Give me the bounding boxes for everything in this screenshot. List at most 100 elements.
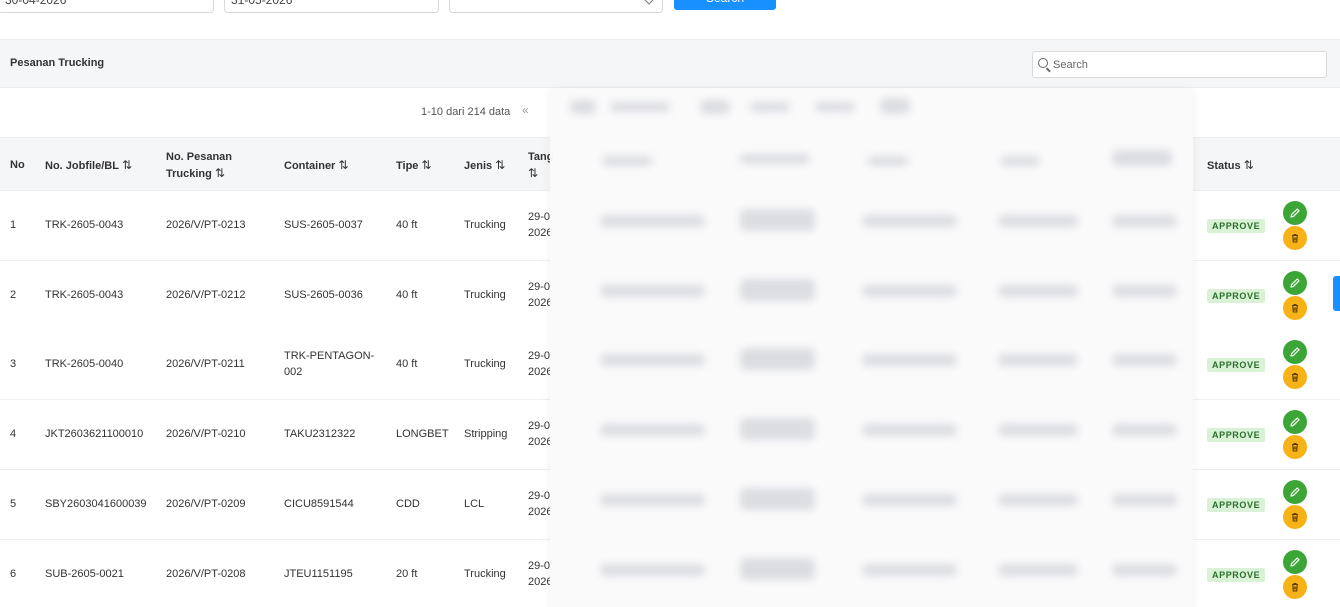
blurred-content [600, 354, 705, 366]
delete-button[interactable] [1283, 575, 1307, 599]
blurred-content [740, 279, 815, 301]
cell-container: SUS-2605-0037 [284, 217, 363, 233]
cell-no: 1 [10, 219, 17, 231]
delete-button[interactable] [1283, 435, 1307, 459]
pagination-info: 1-10 dari 214 data [421, 106, 511, 118]
cell-tanggal-line2: 2026 [528, 506, 553, 518]
header-container[interactable]: Container ⇅ [284, 157, 348, 174]
cell-jobfile: SUB-2605-0021 [45, 568, 124, 580]
cell-tanggal: 29-0 2026 [528, 488, 552, 520]
header-jenis[interactable]: Jenis ⇅ [464, 157, 505, 174]
chevron-down-icon [643, 0, 655, 5]
edit-button[interactable] [1283, 480, 1307, 504]
cell-tanggal-line2: 2026 [528, 436, 553, 448]
sort-icon[interactable]: ⇅ [421, 158, 431, 172]
first-page-button[interactable]: « [522, 103, 529, 117]
pencil-icon [1290, 347, 1300, 357]
edit-button[interactable] [1283, 201, 1307, 225]
blurred-content [600, 285, 705, 297]
blurred-content [740, 488, 815, 510]
cell-tanggal-line2: 2026 [528, 576, 553, 588]
sort-icon[interactable]: ⇅ [1244, 158, 1254, 172]
cell-tipe: CDD [396, 498, 420, 510]
blurred-content [868, 156, 908, 166]
blurred-content [998, 494, 1078, 506]
blurred-content [700, 100, 730, 114]
blurred-content [862, 424, 957, 436]
cell-jobfile: JKT2603621100010 [45, 428, 144, 440]
header-status[interactable]: Status ⇅ [1207, 157, 1254, 174]
cell-container-line1: TRK-PENTAGON- [284, 350, 375, 362]
blurred-content [740, 154, 810, 164]
status-badge: APPROVE [1207, 498, 1266, 512]
trash-icon [1292, 304, 1298, 313]
cell-pesanan: 2026/V/PT-0209 [166, 498, 246, 510]
cell-tipe: LONGBET [396, 428, 449, 440]
sort-icon[interactable]: ⇅ [528, 166, 538, 180]
cell-no: 4 [10, 428, 17, 440]
blurred-content [880, 98, 910, 114]
pencil-icon [1290, 557, 1300, 567]
cell-container: TRK-PENTAGON- 002 [284, 348, 374, 380]
header-jenis-label: Jenis [464, 160, 493, 172]
blurred-content [570, 100, 596, 114]
cell-tanggal: 29-0 2026 [528, 209, 552, 241]
cell-container: SUS-2605-0036 [284, 287, 363, 303]
cell-tipe: 40 ft [396, 358, 418, 370]
header-tipe[interactable]: Tipe ⇅ [396, 157, 432, 174]
cell-tipe: 40 ft [396, 289, 418, 301]
cell-jenis: Trucking [464, 289, 506, 301]
delete-button[interactable] [1283, 505, 1307, 529]
header-pesanan-line2: Trucking [166, 168, 212, 180]
cell-tanggal-line1: 29-0 [528, 350, 551, 362]
blurred-content [1112, 215, 1177, 227]
cell-container-line2: 002 [284, 366, 303, 378]
pencil-icon [1290, 487, 1300, 497]
search-icon [1038, 58, 1048, 68]
blurred-content [740, 418, 815, 440]
sort-icon[interactable]: ⇅ [215, 166, 225, 180]
header-no: No [10, 159, 25, 171]
status-badge: APPROVE [1207, 219, 1266, 233]
date-from-field[interactable]: 30-04-2026 [0, 0, 214, 13]
header-jobfile-label: No. Jobfile/BL [45, 160, 119, 172]
blurred-content [1112, 285, 1177, 297]
sort-icon[interactable]: ⇅ [122, 158, 132, 172]
sort-icon[interactable]: ⇅ [495, 158, 505, 172]
date-to-field[interactable]: 31-05-2026 [224, 0, 439, 13]
edit-button[interactable] [1283, 271, 1307, 295]
cell-jenis: LCL [464, 498, 485, 510]
edit-button[interactable] [1283, 410, 1307, 434]
blurred-content [1112, 424, 1177, 436]
cell-tipe: 40 ft [396, 219, 418, 231]
cell-container-line1: SUS-2605-0036 [284, 289, 363, 301]
cell-tanggal: 29-0 2026 [528, 348, 552, 380]
header-status-label: Status [1207, 160, 1241, 172]
sort-icon[interactable]: ⇅ [338, 158, 348, 172]
delete-button[interactable] [1283, 296, 1307, 320]
cell-tanggal: 29-0 2026 [528, 418, 552, 450]
search-button[interactable]: Search [674, 0, 776, 10]
delete-button[interactable] [1283, 365, 1307, 389]
filter-select[interactable] [449, 0, 663, 13]
cell-container-line1: CICU8591544 [284, 498, 354, 510]
cell-pesanan: 2026/V/PT-0208 [166, 568, 246, 580]
cell-no: 6 [10, 568, 17, 580]
cell-pesanan: 2026/V/PT-0210 [166, 428, 246, 440]
trash-icon [1292, 373, 1298, 382]
header-jobfile[interactable]: No. Jobfile/BL ⇅ [45, 157, 132, 174]
header-pesanan[interactable]: No. Pesanan Trucking ⇅ [166, 149, 232, 182]
blurred-content [1112, 354, 1177, 366]
cell-tipe: 20 ft [396, 568, 418, 580]
edit-button[interactable] [1283, 550, 1307, 574]
edit-button[interactable] [1283, 340, 1307, 364]
table-search[interactable] [1032, 51, 1327, 78]
search-input[interactable] [1053, 55, 1318, 75]
blurred-content [1112, 564, 1177, 576]
blurred-content [998, 215, 1078, 227]
delete-button[interactable] [1283, 226, 1307, 250]
status-badge: APPROVE [1207, 568, 1266, 582]
blurred-content [862, 564, 957, 576]
side-scroll-tab[interactable] [1333, 276, 1340, 311]
status-badge: APPROVE [1207, 289, 1266, 303]
